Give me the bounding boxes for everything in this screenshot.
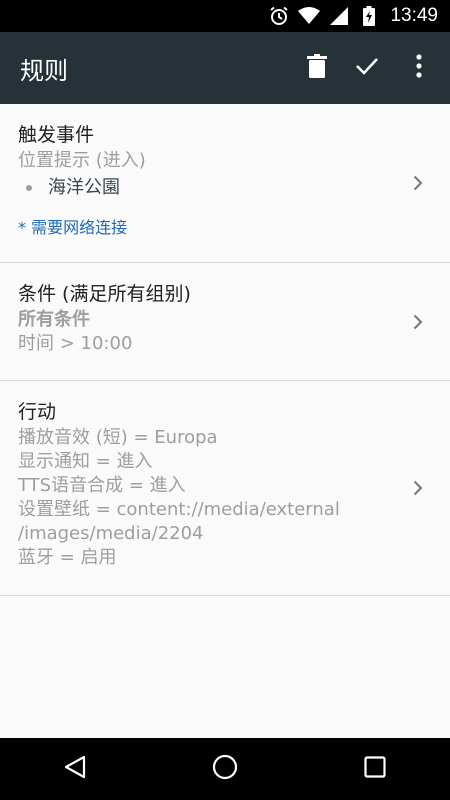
- condition-item: 时间 > 10:00: [18, 333, 133, 354]
- action-item: 播放音效 (短) = Europa: [18, 427, 218, 448]
- alarm-icon: [268, 5, 290, 27]
- recents-button[interactable]: [345, 738, 405, 800]
- home-icon: [212, 754, 238, 784]
- status-bar: 13:49: [0, 0, 450, 32]
- network-required-note: * 需要网络连接: [18, 218, 128, 237]
- trigger-subtitle: 位置提示 (进入): [18, 150, 146, 171]
- more-vert-icon: [416, 54, 422, 82]
- actions-heading: 行动: [18, 401, 57, 423]
- back-icon: [64, 755, 86, 783]
- overflow-menu-button[interactable]: [392, 32, 446, 104]
- action-item: 显示通知 = 進入: [18, 451, 153, 472]
- trigger-heading: 触发事件: [18, 124, 95, 146]
- wifi-icon: [298, 5, 321, 27]
- back-button[interactable]: [45, 738, 105, 800]
- check-icon: [355, 56, 379, 80]
- chevron-right-icon: [410, 173, 426, 193]
- cell-signal-icon: [328, 5, 350, 27]
- rule-content: 触发事件 位置提示 (进入) 海洋公園 * 需要网络连接 条件 (满足所有组别)…: [0, 104, 450, 596]
- action-item: 设置壁纸 = content://media/external: [18, 499, 340, 520]
- app-toolbar: 规则: [0, 32, 450, 104]
- recents-icon: [364, 756, 386, 782]
- home-button[interactable]: [195, 738, 255, 800]
- delete-icon: [307, 54, 327, 82]
- actions-section[interactable]: 行动 播放音效 (短) = Europa 显示通知 = 進入 TTS语音合成 =…: [0, 381, 450, 596]
- conditions-heading: 条件 (满足所有组别): [18, 283, 191, 305]
- page-title: 规则: [20, 56, 68, 85]
- battery-charging-icon: [358, 5, 380, 27]
- trigger-section[interactable]: 触发事件 位置提示 (进入) 海洋公園 * 需要网络连接: [0, 104, 450, 263]
- delete-button[interactable]: [292, 32, 342, 104]
- bullet-icon: [26, 185, 32, 191]
- action-item: /images/media/2204: [18, 523, 204, 544]
- save-button[interactable]: [342, 32, 392, 104]
- conditions-section[interactable]: 条件 (满足所有组别) 所有条件 时间 > 10:00: [0, 263, 450, 381]
- navigation-bar: [0, 738, 450, 800]
- trigger-location: 海洋公園: [48, 177, 120, 198]
- conditions-group: 所有条件: [18, 309, 90, 330]
- status-time: 13:49: [390, 5, 438, 26]
- action-item: TTS语音合成 = 進入: [18, 475, 186, 496]
- chevron-right-icon: [410, 478, 426, 498]
- chevron-right-icon: [410, 312, 426, 332]
- action-item: 蓝牙 = 启用: [18, 547, 117, 568]
- trigger-location-item: 海洋公園: [18, 173, 390, 203]
